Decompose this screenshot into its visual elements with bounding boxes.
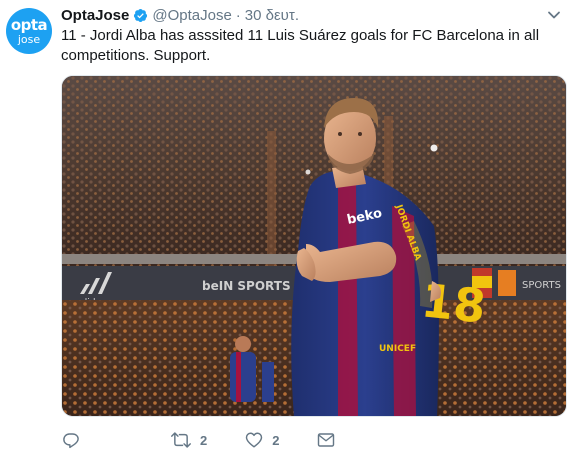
avatar-text-bottom: jose (17, 32, 41, 46)
flag-right (498, 270, 516, 296)
player-shirt (291, 171, 439, 416)
photo-canvas: adidas beIN SPORTS SPORTS 18 JORDI (62, 76, 566, 416)
like-count: 2 (272, 432, 280, 448)
tweet[interactable]: opta jose OptaJose @OptaJose · 30 δευτ. … (0, 0, 571, 459)
board-brand-mid: beIN SPORTS (202, 279, 291, 293)
reply-icon (63, 433, 79, 449)
stadium-stairs-left (267, 131, 276, 266)
reply-button[interactable] (62, 431, 89, 449)
avatar[interactable]: opta jose (6, 8, 52, 54)
tweet-actions: 2 2 (62, 429, 373, 451)
tweet-photo[interactable]: adidas beIN SPORTS SPORTS 18 JORDI (61, 75, 567, 417)
shirt-number: 18 (419, 273, 488, 333)
direct-message-button[interactable] (317, 432, 335, 448)
retweet-count: 2 (200, 432, 208, 448)
timestamp[interactable]: 30 δευτ. (245, 7, 299, 24)
retweet-button[interactable]: 2 (171, 431, 207, 449)
separator-dot: · (235, 6, 241, 24)
verified-badge-icon (133, 8, 148, 23)
tweet-header: OptaJose @OptaJose · 30 δευτ. (61, 6, 299, 24)
author-handle[interactable]: @OptaJose (152, 7, 231, 24)
chevron-down-icon[interactable] (547, 8, 561, 22)
stadium-light (430, 144, 438, 152)
direct-message-icon (318, 433, 335, 447)
tweet-text: 11 - Jordi Alba has asssited 11 Luis Suá… (61, 27, 540, 64)
stadium-light-2 (305, 169, 311, 175)
author-name[interactable]: OptaJose (61, 7, 129, 24)
like-button[interactable]: 2 (245, 431, 279, 449)
avatar-text-top: opta (10, 15, 48, 34)
heart-icon (246, 432, 263, 448)
shirt-unicef: UNICEF (379, 344, 416, 354)
board-brand-right: SPORTS (522, 280, 561, 291)
retweet-icon (171, 432, 191, 448)
